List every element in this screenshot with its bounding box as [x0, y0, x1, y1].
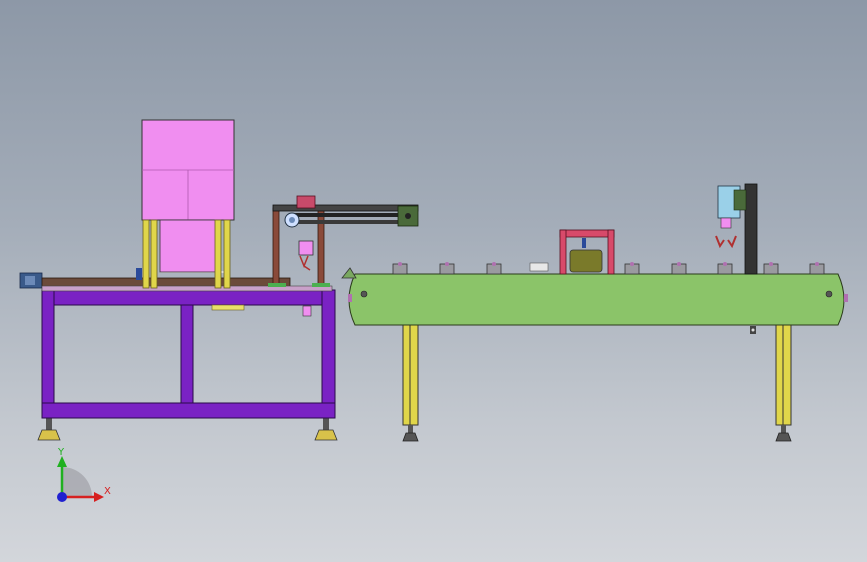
- motor: [19, 272, 43, 289]
- small-part: [529, 262, 549, 272]
- conveyor-body: [348, 273, 845, 326]
- pulley-left: [360, 290, 368, 298]
- left-foot: [37, 418, 61, 441]
- z-axis-dot: [57, 492, 67, 502]
- sensor: [136, 268, 142, 280]
- gripper-station: [715, 183, 758, 275]
- x-axis-arrow: [94, 492, 104, 502]
- right-foot: [314, 418, 338, 441]
- cad-viewport[interactable]: Y X: [0, 0, 867, 562]
- frame-panel-right: [192, 304, 323, 404]
- purple-frame: [41, 289, 336, 419]
- pulley-right: [825, 290, 833, 298]
- x-axis-label: X: [104, 486, 111, 497]
- infeed-belt: [41, 271, 333, 292]
- axis-triad: Y X: [57, 447, 111, 502]
- conveyor-leg-left: [402, 324, 419, 442]
- conveyor-leg-right: [775, 324, 792, 442]
- press-station: [559, 229, 615, 275]
- assembly-drawing: Y X: [19, 119, 848, 502]
- y-axis-label: Y: [57, 447, 65, 458]
- frame-panel-left: [53, 304, 182, 404]
- sensor-bottom: [750, 326, 756, 334]
